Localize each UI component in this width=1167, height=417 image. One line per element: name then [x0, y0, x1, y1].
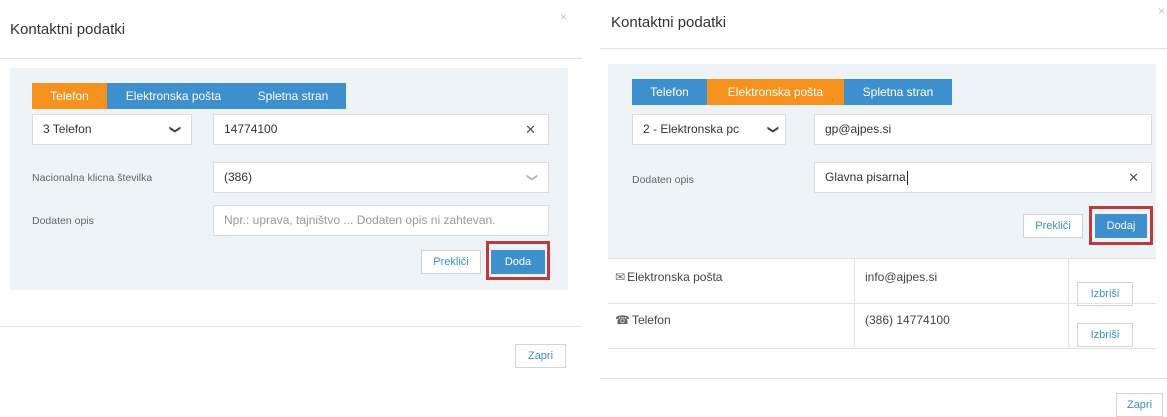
contact-type-value: 3 Telefon [43, 122, 92, 136]
dialog-title: Kontaktni podatki [611, 14, 727, 31]
footer-divider [600, 378, 1167, 379]
description-value: Glavna pisarna [825, 170, 906, 184]
tab-spletna-stran[interactable]: Spletna stran [240, 83, 346, 109]
tab-telefon[interactable]: Telefon [32, 83, 107, 109]
phone-number-input[interactable]: 14774100 ✕ [213, 114, 549, 145]
table-row: ☎ Telefon [615, 313, 671, 327]
highlight-box [486, 241, 550, 280]
clear-icon[interactable]: ✕ [1128, 163, 1139, 192]
table-divider [608, 303, 1156, 304]
clear-icon[interactable]: ✕ [525, 115, 536, 144]
national-code-value: (386) [224, 170, 253, 184]
phone-icon: ☎ [615, 313, 630, 327]
dialog-title: Kontaktni podatki [10, 21, 126, 38]
tab-telefon[interactable]: Telefon [632, 79, 707, 105]
contact-dialog-left: Kontaktni podatki × Telefon Elektronska … [0, 0, 582, 417]
email-input[interactable]: gp@ajpes.si [814, 114, 1152, 145]
tab-elektronska-posta[interactable]: Elektronska pošta [107, 83, 240, 109]
cancel-button[interactable]: Prekliči [421, 250, 481, 274]
contact-form-panel: Telefon Elektronska pošta Spletna stran … [608, 64, 1156, 258]
chevron-down-icon: ❯ [766, 124, 779, 135]
chevron-down-icon: ❯ [525, 172, 538, 183]
description-input[interactable]: Glavna pisarna ✕ [814, 162, 1152, 193]
header-divider [0, 58, 582, 59]
contact-type-select[interactable]: 2 - Elektronska pc ❯ [632, 114, 786, 145]
contact-type-value: 2 - Elektronska pc [643, 122, 740, 136]
table-row: ✉ Elektronska pošta [615, 270, 722, 284]
email-value: gp@ajpes.si [825, 122, 892, 136]
contact-type-cell: Telefon [631, 313, 671, 327]
description-label: Dodaten opis [632, 174, 694, 186]
contact-form-panel: Telefon Elektronska pošta Spletna stran … [10, 68, 568, 290]
delete-button[interactable]: Izbriši [1077, 323, 1133, 347]
contact-value-cell: info@ajpes.si [865, 270, 938, 284]
national-code-select[interactable]: (386) ❯ [213, 162, 549, 193]
tab-elektronska-posta[interactable]: Elektronska pošta [707, 79, 844, 105]
header-divider [600, 48, 1167, 49]
chevron-down-icon: ❯ [168, 124, 181, 135]
description-placeholder: Npr.: uprava, tajništvo ... Dodaten opis… [224, 213, 496, 227]
close-icon[interactable]: × [1158, 4, 1165, 18]
text-caret [906, 170, 908, 185]
close-icon[interactable]: × [560, 10, 567, 24]
close-button[interactable]: Zapri [515, 344, 566, 368]
envelope-icon: ✉ [615, 270, 626, 284]
table-divider [608, 258, 1156, 259]
national-code-label: Nacionalna klicna številka [32, 172, 153, 184]
description-input[interactable]: Npr.: uprava, tajništvo ... Dodaten opis… [213, 205, 549, 236]
close-button[interactable]: Zapri [1116, 393, 1163, 417]
contact-value-cell: (386) 14774100 [865, 313, 950, 327]
contact-type-select[interactable]: 3 Telefon ❯ [32, 114, 192, 145]
table-divider [608, 348, 1156, 349]
description-label: Dodaten opis [32, 215, 94, 227]
contact-type-cell: Elektronska pošta [627, 270, 723, 284]
cancel-button[interactable]: Prekliči [1023, 214, 1083, 238]
contact-dialog-right: Kontaktni podatki × Telefon Elektronska … [600, 0, 1167, 417]
phone-number-value: 14774100 [224, 122, 278, 136]
tab-spletna-stran[interactable]: Spletna stran [844, 79, 952, 105]
footer-divider [0, 326, 582, 327]
highlight-box [1089, 206, 1153, 245]
